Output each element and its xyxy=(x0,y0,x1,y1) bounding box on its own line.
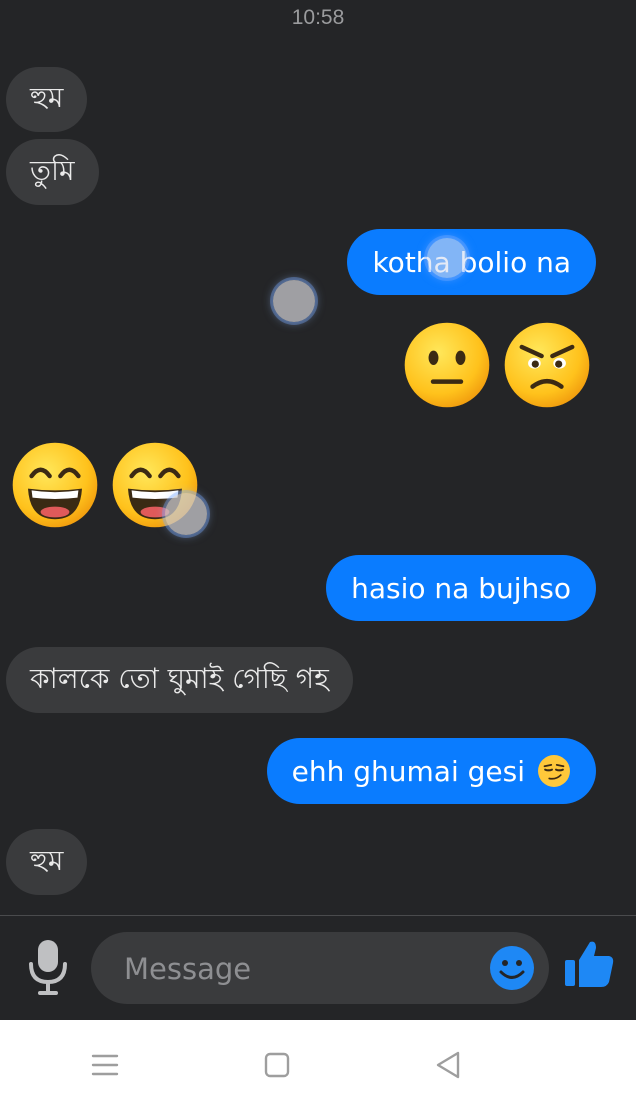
microphone-icon[interactable] xyxy=(26,938,70,998)
neutral-face-emoji-icon xyxy=(404,322,490,408)
message-text: hasio na bujhso xyxy=(351,571,571,605)
message-text: হুম xyxy=(30,81,64,114)
emoji-message-outgoing[interactable] xyxy=(402,320,592,410)
back-triangle-icon[interactable] xyxy=(433,1050,463,1080)
menu-icon[interactable] xyxy=(90,1050,120,1080)
message-bubble-outgoing[interactable]: hasio na bujhso xyxy=(326,555,596,621)
message-composer xyxy=(0,916,636,1020)
touch-indicator xyxy=(165,493,207,535)
message-text: হুম xyxy=(30,843,64,877)
system-navigation-bar xyxy=(0,1020,636,1108)
grinning-squinting-face-emoji-icon xyxy=(12,442,98,528)
message-bubble-incoming[interactable]: হুম xyxy=(6,829,88,895)
smirking-face-emoji-icon xyxy=(537,754,571,788)
message-bubble-incoming[interactable]: কালকে তো ঘুমাই গেছি গহ xyxy=(6,647,353,713)
message-input-container[interactable] xyxy=(91,932,549,1006)
message-bubble-incoming[interactable]: তুমি xyxy=(6,139,99,205)
message-text: তুমি xyxy=(30,153,75,187)
message-timestamp: 10:58 xyxy=(291,6,345,29)
message-input[interactable] xyxy=(122,932,486,1006)
emoji-smile-icon[interactable] xyxy=(489,945,535,991)
message-bubble-incoming[interactable]: হুম xyxy=(6,67,88,132)
message-bubble-outgoing[interactable]: ehh ghumai gesi xyxy=(266,738,596,804)
message-bubble-outgoing[interactable]: kotha bolio na xyxy=(347,229,596,295)
touch-indicator xyxy=(427,238,467,278)
pouting-face-emoji-icon xyxy=(504,322,590,408)
message-text: kotha bolio na xyxy=(372,245,571,279)
home-square-icon[interactable] xyxy=(262,1050,292,1080)
message-text: ehh ghumai gesi xyxy=(291,754,525,788)
touch-indicator xyxy=(273,280,315,322)
message-text: কালকে তো ঘুমাই গেছি গহ xyxy=(30,661,329,695)
thumbs-up-icon[interactable] xyxy=(563,938,615,990)
